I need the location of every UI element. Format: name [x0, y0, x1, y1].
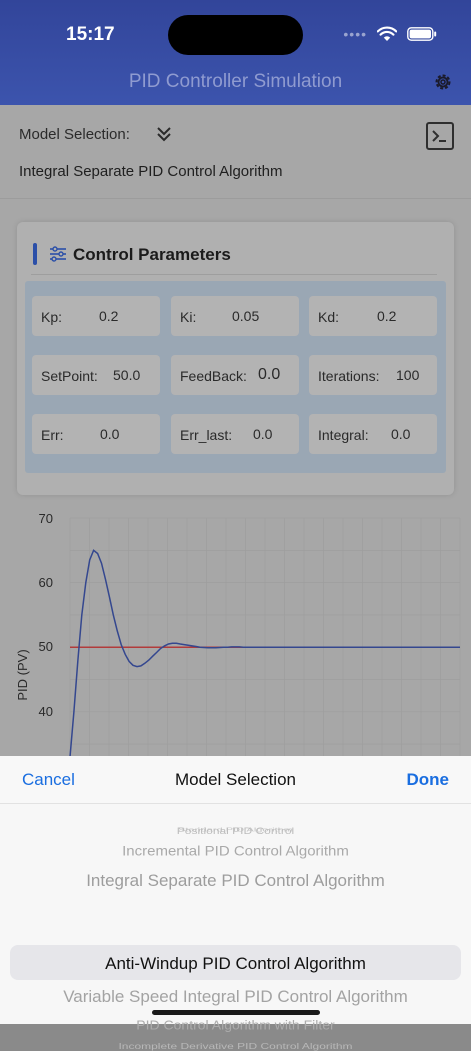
picker-option[interactable]: Integral Separate PID Control Algorithm [0, 871, 471, 891]
param-label: Integral: [318, 427, 369, 443]
status-time: 15:17 [66, 24, 115, 45]
param-err[interactable]: Err: 0.0 [32, 414, 160, 454]
param-value: 0.0 [391, 426, 411, 442]
home-indicator[interactable] [152, 1010, 320, 1015]
param-label: SetPoint: [41, 368, 98, 384]
param-value: 0.0 [258, 366, 281, 383]
param-value: 0.05 [232, 308, 260, 324]
param-setpoint[interactable]: SetPoint: 50.0 [32, 355, 160, 395]
param-feedback[interactable]: FeedBack: 0.0 [171, 355, 299, 395]
picker-option[interactable]: Variable Speed Integral PID Control Algo… [0, 987, 471, 1007]
sliders-icon [50, 246, 66, 262]
control-parameters-card: Control Parameters Kp: 0.2 Ki: 0.05 Kd: … [17, 222, 454, 495]
chevron-down-icon[interactable] [155, 124, 173, 144]
param-value: 0.2 [377, 308, 397, 324]
picker-option[interactable]: Incremental PID Control Algorithm [0, 844, 471, 859]
wifi-icon [377, 26, 397, 41]
param-label: Err_last: [180, 427, 233, 443]
y-tick-label: 60 [39, 575, 53, 590]
navigation-bar: 15:17 •••• PID Controller Simulation [0, 0, 471, 105]
battery-icon [407, 27, 437, 41]
param-label: Iterations: [318, 368, 380, 384]
y-axis-label: PID (PV) [15, 649, 30, 700]
picker-option[interactable]: Positional PID Control [0, 825, 471, 836]
card-title: Control Parameters [73, 245, 231, 264]
param-integral[interactable]: Integral: 0.0 [309, 414, 437, 454]
card-accent-bar [33, 243, 37, 265]
signal-icon: •••• [343, 26, 367, 42]
param-kd[interactable]: Kd: 0.2 [309, 296, 437, 336]
y-tick-label: 70 [39, 511, 53, 526]
y-axis-ticks: 70 60 50 40 [39, 511, 53, 719]
pid-chart: 70 60 50 40 PID (PV) [15, 511, 461, 757]
param-value: 0.0 [253, 426, 273, 442]
current-model-name: Integral Separate PID Control Algorithm [19, 163, 283, 180]
chart-grid [69, 517, 461, 757]
status-icons: •••• [343, 26, 437, 42]
model-selection-label: Model Selection: [19, 126, 130, 143]
card-divider [31, 274, 437, 275]
y-tick-label: 50 [39, 639, 53, 654]
page-title: PID Controller Simulation [128, 71, 343, 92]
param-label: FeedBack: [180, 368, 247, 384]
param-label: Err: [41, 427, 64, 443]
y-tick-label: 40 [39, 704, 53, 719]
param-ki[interactable]: Ki: 0.05 [171, 296, 299, 336]
app-screen: 15:17 •••• PID Controller Simulation Mod… [0, 0, 471, 1051]
param-value: 50.0 [113, 367, 141, 383]
parameter-grid: Kp: 0.2 Ki: 0.05 Kd: 0.2 SetPoint: 50.0 … [25, 281, 446, 473]
param-kp[interactable]: Kp: 0.2 [32, 296, 160, 336]
param-label: Kp: [41, 309, 63, 325]
terminal-icon [432, 130, 446, 142]
param-value: 0.0 [100, 426, 120, 442]
picker-option[interactable]: Incomplete Derivative PID Control Algori… [0, 1041, 471, 1051]
param-value: 100 [396, 367, 420, 383]
picker-toolbar: Cancel Model Selection Done [0, 756, 471, 804]
param-label: Kd: [318, 309, 340, 325]
done-button[interactable]: Done [407, 770, 450, 790]
model-selection-sheet: Cancel Model Selection Done Standard PID… [0, 756, 471, 1051]
param-err-last[interactable]: Err_last: 0.0 [171, 414, 299, 454]
gear-icon[interactable] [433, 72, 453, 92]
dynamic-island [168, 15, 303, 55]
model-picker[interactable]: Standard PID Algorithm Positional PID Co… [0, 804, 471, 1051]
param-iterations[interactable]: Iterations: 100 [309, 355, 437, 395]
terminal-button[interactable] [426, 122, 454, 150]
param-label: Ki: [180, 309, 197, 325]
picker-option-selected[interactable]: Anti-Windup PID Control Algorithm [0, 954, 471, 974]
sheet-title: Model Selection [175, 770, 296, 789]
param-value: 0.2 [99, 308, 119, 324]
picker-option[interactable]: PID Control Algorithm with Filter [0, 1018, 471, 1032]
divider [0, 198, 471, 199]
